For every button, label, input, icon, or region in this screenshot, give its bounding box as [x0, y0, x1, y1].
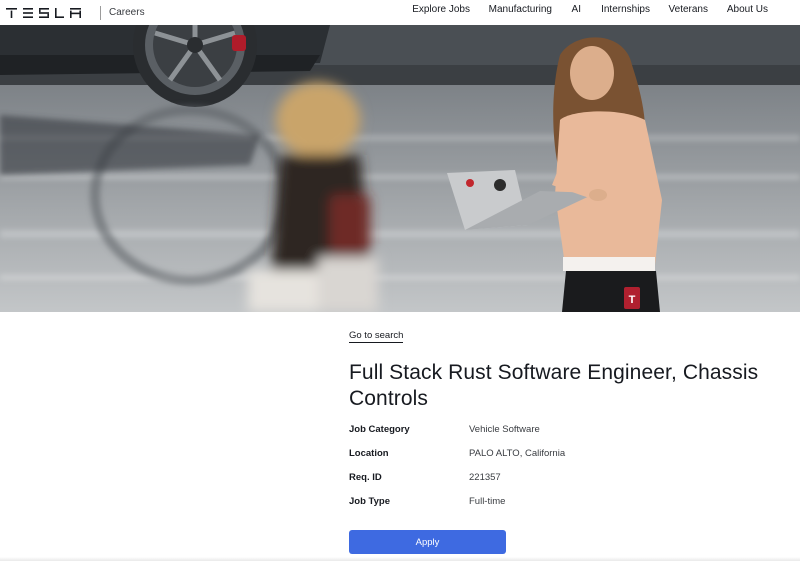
tesla-wordmark-icon: [6, 7, 81, 18]
apply-button[interactable]: Apply: [349, 530, 506, 554]
go-to-search-link[interactable]: Go to search: [349, 330, 404, 343]
nav-explore-jobs[interactable]: Explore Jobs: [412, 4, 470, 15]
site-header: Careers Explore Jobs Manufacturing AI In…: [0, 0, 800, 25]
tesla-logo[interactable]: [6, 6, 84, 20]
job-type-value: Full-time: [469, 496, 506, 507]
hero-image: T: [0, 25, 800, 312]
job-type-label: Job Type: [349, 496, 390, 507]
nav-veterans[interactable]: Veterans: [669, 4, 708, 15]
nav-about-us[interactable]: About Us: [727, 4, 768, 15]
job-category-label: Job Category: [349, 424, 410, 435]
nav-internships[interactable]: Internships: [601, 4, 650, 15]
location-value: PALO ALTO, California: [469, 448, 566, 459]
page-bottom-edge: [0, 557, 800, 561]
nav-manufacturing[interactable]: Manufacturing: [489, 4, 552, 15]
careers-label[interactable]: Careers: [109, 7, 145, 18]
nav-ai[interactable]: AI: [572, 4, 581, 15]
job-title: Full Stack Rust Software Engineer, Chass…: [349, 361, 759, 410]
header-divider: [100, 5, 101, 20]
hero-photo: T: [0, 25, 800, 312]
req-id-label: Req. ID: [349, 472, 382, 483]
location-label: Location: [349, 448, 389, 459]
badge-letter: T: [629, 294, 636, 306]
req-id-value: 221357: [469, 472, 501, 483]
job-category-value: Vehicle Software: [469, 424, 540, 435]
